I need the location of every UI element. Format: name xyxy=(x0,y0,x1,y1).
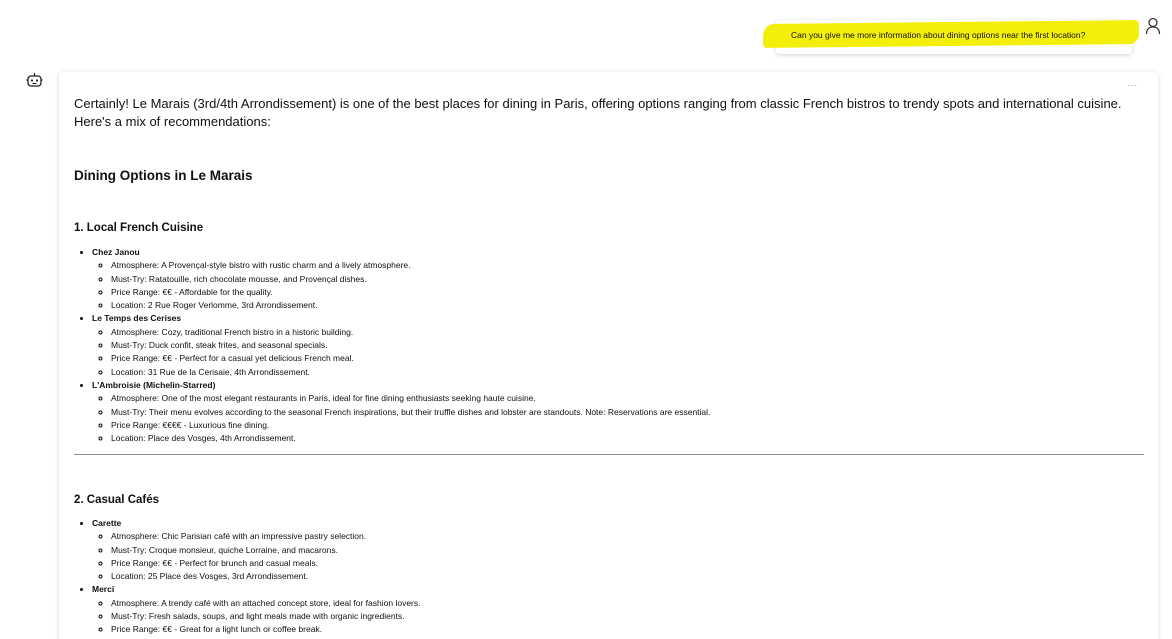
list-item: Le Temps des Cerises Atmosphere: Cozy, t… xyxy=(92,312,710,378)
detail-item: Location: Place des Vosges, 4th Arrondis… xyxy=(111,432,710,445)
detail-item: Atmosphere: Chic Parisian café with an i… xyxy=(111,530,420,543)
response-heading: Dining Options in Le Marais xyxy=(74,168,253,183)
detail-item: Atmosphere: A Provençal-style bistro wit… xyxy=(111,259,710,272)
user-message-bubble: Can you give me more information about d… xyxy=(762,20,1140,54)
detail-item: Price Range: €€ - Affordable for the qua… xyxy=(111,286,710,299)
section-title: 1. Local French Cuisine xyxy=(74,222,204,234)
detail-item: Atmosphere: A trendy café with an attach… xyxy=(111,597,420,610)
detail-item: Must-Try: Croque monsieur, quiche Lorrai… xyxy=(111,544,420,557)
user-message-text: Can you give me more information about d… xyxy=(791,30,1086,40)
detail-item: Atmosphere: Cozy, traditional French bis… xyxy=(111,326,710,339)
detail-item: Location: 2 Rue Roger Verlomme, 3rd Arro… xyxy=(111,299,710,312)
detail-item: Must-Try: Their menu evolves according t… xyxy=(111,406,710,419)
detail-item: Location: 25 Place des Vosges, 3rd Arron… xyxy=(111,570,420,583)
detail-item: Must-Try: Fresh salads, soups, and light… xyxy=(111,610,420,623)
detail-item: Price Range: €€€€ - Luxurious fine dinin… xyxy=(111,419,710,432)
chat-page: Can you give me more information about d… xyxy=(0,0,1172,639)
cafe-name: Merci xyxy=(92,584,115,595)
response-intro: Certainly! Le Marais (3rd/4th Arrondisse… xyxy=(74,96,1122,129)
detail-item: Location: 31 Rue de la Cerisaie, 4th Arr… xyxy=(111,366,710,379)
assistant-response-card: ... Certainly! Le Marais (3rd/4th Arrond… xyxy=(59,72,1158,639)
list-item: Merci Atmosphere: A trendy café with an … xyxy=(92,583,420,636)
restaurant-name: Le Temps des Cerises xyxy=(92,313,182,324)
detail-item: Must-Try: Ratatouille, rich chocolate mo… xyxy=(111,273,710,286)
detail-item: Price Range: €€ - Perfect for brunch and… xyxy=(111,557,420,570)
detail-item: Price Range: €€ - Great for a light lunc… xyxy=(111,623,420,636)
restaurant-name: L'Ambroisie (Michelin-Starred) xyxy=(92,379,216,390)
more-options-icon[interactable]: ... xyxy=(1127,78,1138,88)
user-avatar-icon[interactable] xyxy=(1145,17,1161,35)
section-title: 2. Casual Cafés xyxy=(74,494,160,506)
list-item: Carette Atmosphere: Chic Parisian café w… xyxy=(92,517,420,583)
cafe-list: Carette Atmosphere: Chic Parisian café w… xyxy=(74,517,420,637)
restaurant-name: Chez Janou xyxy=(92,247,140,257)
section-divider xyxy=(74,454,1144,455)
detail-item: Atmosphere: One of the most elegant rest… xyxy=(111,392,710,405)
restaurant-list: Chez Janou Atmosphere: A Provençal-style… xyxy=(74,246,710,445)
cafe-name: Carette xyxy=(92,518,122,528)
detail-item: Price Range: €€ - Perfect for a casual y… xyxy=(111,352,710,365)
list-item: Chez Janou Atmosphere: A Provençal-style… xyxy=(92,246,710,312)
detail-item: Must-Try: Duck confit, steak frites, and… xyxy=(111,339,710,352)
list-item: L'Ambroisie (Michelin-Starred) Atmospher… xyxy=(92,379,710,445)
bot-icon xyxy=(26,73,43,87)
